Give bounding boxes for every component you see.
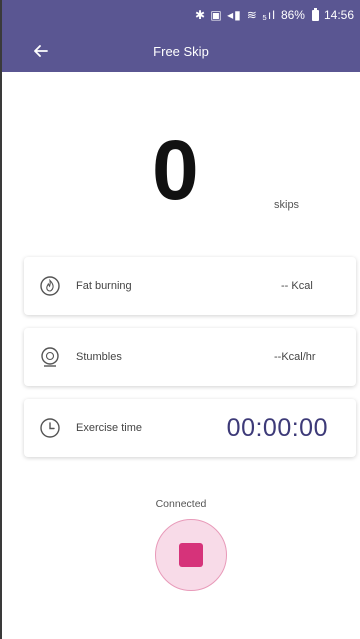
skip-counter: 0 skips [2, 72, 360, 247]
fat-burning-label: Fat burning [76, 280, 132, 292]
arrow-left-icon [34, 45, 48, 57]
skip-count: 0 [152, 123, 199, 217]
exercise-time-card: Exercise time 00:00:00 [24, 399, 356, 457]
signal-icon: ≋ ₅ıl [246, 8, 276, 22]
free-skip-screen: ✱ ▣ ◂▮ ≋ ₅ıl 86% 14:56 Free Skip 0 skips… [0, 0, 360, 639]
clock-icon [38, 416, 62, 440]
battery-percent: 86% [280, 8, 305, 22]
status-bar: ✱ ▣ ◂▮ ≋ ₅ıl 86% 14:56 [2, 0, 360, 30]
stop-icon [179, 543, 203, 567]
exercise-time-label: Exercise time [76, 422, 143, 434]
stop-button[interactable] [155, 519, 227, 591]
flame-icon [38, 274, 62, 298]
status-icons: ✱ ▣ ◂▮ [195, 8, 242, 22]
stumbles-card: Stumbles --Kcal/hr [24, 328, 356, 386]
stumble-icon [38, 345, 62, 369]
status-time: 14:56 [323, 8, 354, 22]
back-button[interactable] [26, 37, 56, 65]
app-bar: Free Skip [2, 30, 360, 72]
skip-count-unit: skips [274, 199, 300, 211]
stumbles-value: --Kcal/hr [274, 351, 316, 363]
fat-burning-card: Fat burning -- Kcal [24, 257, 356, 315]
connection-status: Connected [155, 498, 207, 510]
fat-burning-value: -- Kcal [281, 280, 313, 292]
exercise-time-value: 00:00:00 [226, 413, 328, 442]
battery-icon [311, 7, 319, 21]
stumbles-label: Stumbles [76, 351, 122, 363]
